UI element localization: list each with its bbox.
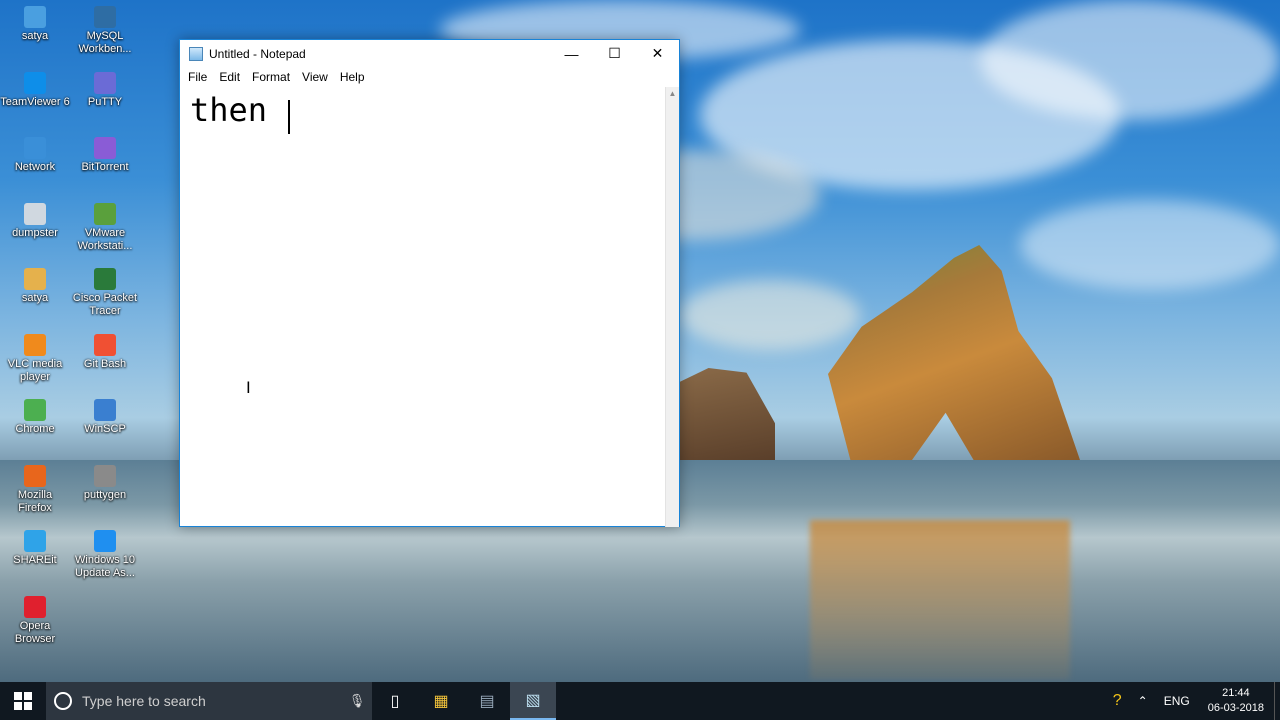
taskbar-app-second[interactable]: ▤ — [464, 682, 510, 720]
file-explorer-icon: ▦ — [433, 693, 449, 710]
bittorrent-icon — [94, 137, 116, 159]
desktop-icon-network[interactable]: Network — [0, 137, 70, 174]
menu-view[interactable]: View — [296, 70, 334, 84]
notepad-window[interactable]: Untitled - Notepad — ☐ ✕ File Edit Forma… — [179, 39, 680, 527]
putty-icon — [94, 71, 116, 94]
desktop-icon-folder[interactable]: satya — [0, 6, 70, 43]
vlc-icon — [24, 333, 46, 356]
titlebar[interactable]: Untitled - Notepad — ☐ ✕ — [180, 40, 679, 67]
menu-help[interactable]: Help — [334, 70, 371, 84]
desktop-icon-label: satya — [21, 292, 49, 304]
task-view-button[interactable]: ▯ — [372, 682, 418, 720]
chevron-up-icon[interactable]: ⌃ — [1130, 694, 1156, 708]
maximize-button[interactable]: ☐ — [593, 40, 636, 67]
teamviewer-icon — [24, 71, 46, 94]
minimize-button[interactable]: — — [550, 40, 593, 67]
cortana-icon — [54, 692, 72, 710]
desktop-icon-label: Mozilla Firefox — [17, 488, 53, 514]
desktop-icon-label: Network — [14, 161, 56, 173]
desktop-icon-label: SHAREit — [13, 554, 57, 566]
desktop-icon-bittorrent[interactable]: BitTorrent — [70, 137, 140, 174]
desktop-icon-label: VLC media player — [7, 357, 63, 383]
desktop-icon-vmware[interactable]: VMware Workstati... — [70, 202, 140, 253]
menubar: File Edit Format View Help — [180, 67, 679, 87]
desktop-icon-label: puttygen — [83, 488, 127, 501]
windows-logo-icon — [14, 692, 32, 710]
notepad-icon — [189, 46, 203, 61]
taskbar-app-notepad[interactable]: ▧ — [510, 682, 556, 720]
desktop-icon-git[interactable]: Git Bash — [70, 333, 140, 371]
desktop-icon-windows-update[interactable]: Windows 10 Update As... — [70, 530, 140, 580]
scroll-up-icon[interactable]: ▲ — [666, 87, 679, 101]
shareit-icon — [24, 530, 46, 552]
mysql-icon — [94, 6, 116, 28]
text-area[interactable]: then — [180, 87, 666, 527]
taskbar: Type here to search 🎙 ▯ ▦ ▤ ▧ ? ⌃ ENG 21… — [0, 682, 1280, 720]
desktop-icon-label: VMware Workstati... — [77, 226, 133, 252]
desktop-icon-shareit[interactable]: SHAREit — [0, 530, 70, 567]
desktop-icon-label: WinSCP — [84, 423, 126, 435]
desktop-icon-label: dumpster — [12, 226, 58, 239]
text-caret — [288, 99, 291, 134]
desktop-icon-label: TeamViewer 6 — [0, 95, 70, 108]
chrome-icon — [24, 399, 46, 421]
desktop-icon-vlc[interactable]: VLC media player — [0, 333, 70, 384]
git-icon — [94, 333, 116, 356]
menu-format[interactable]: Format — [246, 70, 296, 84]
desktop-icon-chrome[interactable]: Chrome — [0, 399, 70, 436]
desktop-icon-label: satya — [21, 30, 49, 42]
close-button[interactable]: ✕ — [636, 40, 679, 67]
menu-file[interactable]: File — [182, 70, 213, 84]
desktop-icon-firefox[interactable]: Mozilla Firefox — [0, 464, 70, 515]
clock[interactable]: 21:44 06-03-2018 — [1198, 686, 1274, 716]
desktop-icon-winscp[interactable]: WinSCP — [70, 399, 140, 436]
opera-icon — [24, 595, 46, 618]
clock-time: 21:44 — [1222, 687, 1250, 699]
vertical-scrollbar[interactable]: ▲ — [665, 87, 679, 527]
window-title: Untitled - Notepad — [209, 46, 306, 61]
desktop-icon-label: Cisco Packet Tracer — [72, 292, 138, 317]
search-placeholder: Type here to search — [82, 693, 206, 709]
desktop-icon-putty[interactable]: PuTTY — [70, 71, 140, 109]
winscp-icon — [94, 399, 116, 421]
language-indicator[interactable]: ENG — [1156, 694, 1198, 708]
windows-update-icon — [94, 530, 116, 552]
microphone-icon[interactable]: 🎙 — [342, 693, 372, 709]
desktop-icon-label: BitTorrent — [81, 161, 129, 173]
start-button[interactable] — [0, 682, 46, 720]
desktop-icon-label: Windows 10 Update As... — [75, 554, 135, 579]
desktop-icon-mysql[interactable]: MySQL Workben... — [70, 6, 140, 56]
desktop-icon-label: PuTTY — [87, 95, 123, 108]
editor-text: then — [190, 91, 287, 129]
desktop-icon-label: Opera Browser — [14, 619, 56, 645]
desktop-icon-user[interactable]: satya — [0, 268, 70, 305]
ibeam-cursor-icon: I — [246, 378, 251, 397]
taskbar-app-explorer[interactable]: ▦ — [418, 682, 464, 720]
puttygen-icon — [94, 464, 116, 487]
desktop-icon-opera[interactable]: Opera Browser — [0, 595, 70, 646]
network-icon — [24, 137, 46, 159]
help-icon[interactable]: ? — [1105, 692, 1130, 710]
user-icon — [24, 268, 46, 290]
desktop-icon-label: MySQL Workben... — [78, 30, 132, 55]
recycle-bin-icon — [24, 202, 46, 225]
firefox-icon — [24, 464, 46, 487]
app-icon: ▤ — [479, 693, 495, 710]
desktop-icon-puttygen[interactable]: puttygen — [70, 464, 140, 502]
notepad-taskbar-icon: ▧ — [525, 692, 541, 709]
cisco-icon — [94, 268, 116, 290]
desktop-icon-label: Chrome — [15, 423, 55, 435]
task-view-icon: ▯ — [390, 693, 400, 710]
clock-date: 06-03-2018 — [1207, 702, 1264, 714]
search-box[interactable]: Type here to search 🎙 — [46, 682, 372, 720]
desktop-icon-label: Git Bash — [83, 357, 127, 370]
folder-icon — [24, 6, 46, 28]
show-desktop-button[interactable] — [1274, 682, 1280, 720]
desktop-icon-cisco[interactable]: Cisco Packet Tracer — [70, 268, 140, 318]
vmware-icon — [94, 202, 116, 225]
system-tray: ? ⌃ ENG 21:44 06-03-2018 — [1105, 682, 1280, 720]
menu-edit[interactable]: Edit — [213, 70, 246, 84]
desktop-icon-teamviewer[interactable]: TeamViewer 6 — [0, 71, 70, 109]
desktop-icon-recycle-bin[interactable]: dumpster — [0, 202, 70, 240]
